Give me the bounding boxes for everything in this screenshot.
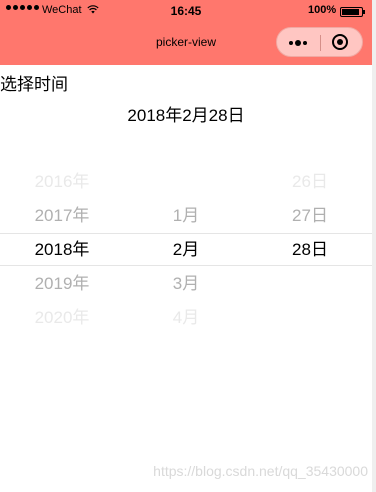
year-option[interactable]: 2017年: [0, 199, 124, 233]
day-option-selected[interactable]: 28日: [248, 233, 372, 267]
day-option[interactable]: 26日: [248, 165, 372, 199]
year-option[interactable]: 2019年: [0, 267, 124, 301]
month-option[interactable]: 3月: [124, 267, 248, 301]
more-dots-icon[interactable]: [289, 40, 307, 46]
battery-icon: [340, 7, 365, 17]
battery-percent: 100%: [308, 4, 337, 16]
month-option[interactable]: 4月: [124, 301, 248, 335]
year-column[interactable]: 2016年 2017年 2018年 2019年 2020年: [0, 165, 124, 335]
navigation-header: WeChat 16:45 100% picker-view: [0, 0, 372, 65]
year-option[interactable]: 2020年: [0, 301, 124, 335]
year-option-selected[interactable]: 2018年: [0, 233, 124, 267]
status-bar: WeChat 16:45 100%: [0, 0, 372, 22]
day-option[interactable]: 27日: [248, 199, 372, 233]
menu-capsule: [276, 27, 363, 57]
year-option[interactable]: 2016年: [0, 165, 124, 199]
month-option[interactable]: 1月: [124, 199, 248, 233]
month-column[interactable]: 1月 2月 3月 4月: [124, 165, 248, 335]
day-option[interactable]: [248, 267, 372, 301]
date-picker-view[interactable]: 2016年 2017年 2018年 2019年 2020年 1月 2月 3月 4…: [0, 165, 372, 335]
month-option-selected[interactable]: 2月: [124, 233, 248, 267]
capsule-divider: [320, 35, 321, 51]
month-option[interactable]: [124, 165, 248, 199]
watermark: https://blog.csdn.net/qq_35430000: [153, 463, 368, 479]
day-option[interactable]: [248, 301, 372, 335]
section-label: 选择时间: [0, 75, 68, 94]
target-circle-icon[interactable]: [332, 34, 348, 50]
selected-date: 2018年2月28日: [127, 106, 245, 125]
day-column[interactable]: 26日 27日 28日: [248, 165, 372, 335]
frame-edge: [372, 0, 376, 492]
